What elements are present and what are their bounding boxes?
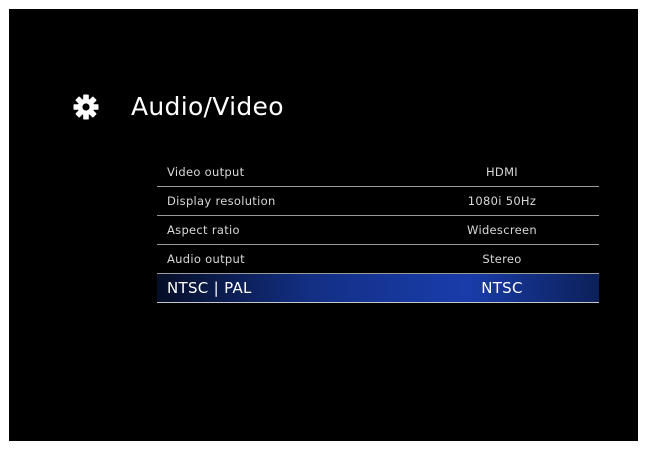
menu-item-label: Display resolution — [167, 194, 276, 208]
menu-item-label: Audio output — [167, 252, 245, 266]
menu-item-display-resolution[interactable]: Display resolution 1080i 50Hz — [157, 187, 599, 216]
settings-menu: Video output HDMI Display resolution 108… — [157, 158, 599, 303]
gear-icon — [73, 94, 99, 120]
menu-item-aspect-ratio[interactable]: Aspect ratio Widescreen — [157, 216, 599, 245]
menu-item-label: Aspect ratio — [167, 223, 240, 237]
menu-item-value: NTSC — [481, 279, 523, 297]
menu-item-value: 1080i 50Hz — [467, 194, 537, 208]
menu-item-value: Stereo — [482, 252, 522, 266]
menu-item-value: HDMI — [485, 165, 519, 179]
page-title: Audio/Video — [131, 92, 284, 121]
menu-item-video-output[interactable]: Video output HDMI — [157, 158, 599, 187]
menu-item-label: Video output — [167, 165, 245, 179]
tv-screen: Audio/Video Video output HDMI Display re… — [9, 9, 638, 441]
menu-item-audio-output[interactable]: Audio output Stereo — [157, 245, 599, 274]
menu-item-ntsc-pal[interactable]: NTSC | PAL NTSC — [157, 274, 599, 303]
menu-item-value: Widescreen — [467, 223, 537, 237]
menu-item-label: NTSC | PAL — [167, 279, 252, 297]
page-header: Audio/Video — [73, 92, 284, 122]
